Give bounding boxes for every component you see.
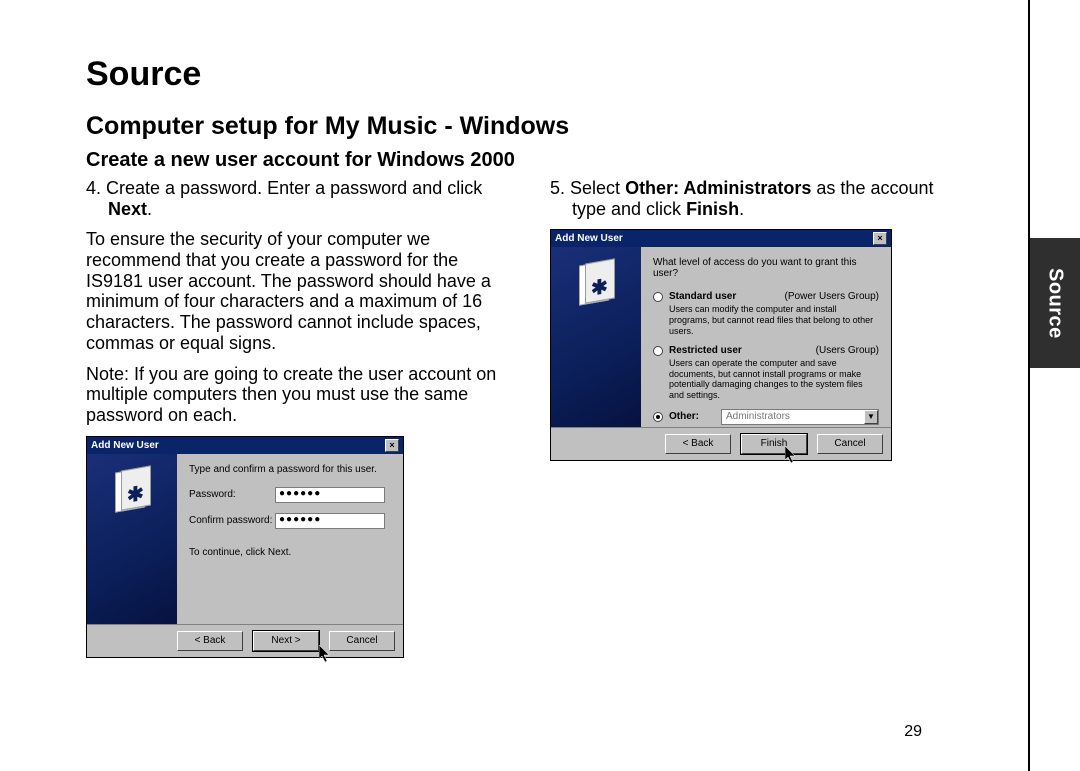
dropdown-value: Administrators	[726, 411, 790, 422]
back-button[interactable]: < Back	[177, 631, 243, 651]
close-icon[interactable]: ×	[385, 439, 399, 452]
dialog-password: Add New User × ✱ Type and confirm a pass…	[86, 436, 404, 658]
other-dropdown[interactable]: Administrators ▼	[721, 409, 879, 425]
cancel-button[interactable]: Cancel	[817, 434, 883, 454]
dialog-password-title: Add New User	[91, 440, 159, 451]
step-4-end: .	[147, 199, 152, 219]
column-right: 5. Select Other: Administrators as the a…	[550, 178, 950, 658]
option-standard-desc: Users can modify the computer and instal…	[669, 304, 879, 336]
page-number: 29	[904, 723, 922, 741]
page-content: Source Computer setup for My Music - Win…	[0, 0, 1000, 771]
option-standard-user[interactable]: Standard user (Power Users Group)	[653, 291, 879, 302]
back-button[interactable]: < Back	[665, 434, 731, 454]
step-4-text-a: Create a password. Enter a password and …	[106, 178, 482, 198]
step-5-bold1: Other: Administrators	[625, 178, 811, 198]
step-4-num: 4.	[86, 178, 101, 198]
dialog-password-titlebar: Add New User ×	[87, 437, 403, 454]
step-5-end: .	[739, 199, 744, 219]
page-divider	[1028, 0, 1030, 771]
chevron-down-icon[interactable]: ▼	[864, 410, 878, 424]
close-icon[interactable]: ×	[873, 232, 887, 245]
option-other[interactable]: Other: Administrators ▼	[653, 409, 879, 425]
option-restricted-label: Restricted user	[669, 345, 769, 356]
page-title: Source	[86, 55, 970, 94]
option-other-label: Other:	[669, 411, 713, 422]
dialog-access-level: Add New User × ✱ What level of access do…	[550, 229, 892, 461]
book-star-icon: ✱	[573, 259, 619, 311]
book-star-icon: ✱	[109, 466, 155, 518]
dialog-access-footer: < Back Finish Cancel	[551, 427, 891, 460]
password-input[interactable]: ●●●●●●	[275, 487, 385, 503]
side-tab-label: Source	[1044, 268, 1067, 339]
continue-note: To continue, click Next.	[189, 547, 391, 558]
step-4-bold: Next	[108, 199, 147, 219]
step-5: 5. Select Other: Administrators as the a…	[550, 178, 950, 219]
dialog-password-footer: < Back Next > Cancel	[87, 624, 403, 657]
step-5-text-a: Select	[570, 178, 625, 198]
radio-icon[interactable]	[653, 346, 663, 356]
finish-button[interactable]: Finish	[741, 434, 807, 454]
confirm-password-input[interactable]: ●●●●●●	[275, 513, 385, 529]
option-restricted-desc: Users can operate the computer and save …	[669, 358, 879, 401]
dialog-access-title: Add New User	[555, 233, 623, 244]
security-paragraph: To ensure the security of your computer …	[86, 229, 516, 353]
step-5-num: 5.	[550, 178, 565, 198]
radio-icon[interactable]	[653, 412, 663, 422]
dialog-password-prompt: Type and confirm a password for this use…	[189, 464, 391, 475]
step-4: 4. Create a password. Enter a password a…	[86, 178, 516, 219]
dialog-access-titlebar: Add New User ×	[551, 230, 891, 247]
radio-icon[interactable]	[653, 292, 663, 302]
option-restricted-user[interactable]: Restricted user (Users Group)	[653, 345, 879, 356]
side-tab-source: Source	[1030, 238, 1080, 368]
option-standard-label: Standard user	[669, 291, 769, 302]
cancel-button[interactable]: Cancel	[329, 631, 395, 651]
dialog-access-prompt: What level of access do you want to gran…	[653, 257, 879, 279]
dialog-sidebar: ✱	[87, 454, 177, 624]
option-standard-group: (Power Users Group)	[769, 291, 879, 302]
step-5-bold2: Finish	[686, 199, 739, 219]
next-button[interactable]: Next >	[253, 631, 319, 651]
page-subtitle: Computer setup for My Music - Windows	[86, 112, 970, 141]
option-restricted-group: (Users Group)	[769, 345, 879, 356]
section-heading: Create a new user account for Windows 20…	[86, 149, 970, 172]
confirm-password-label: Confirm password:	[189, 515, 275, 526]
dialog-sidebar: ✱	[551, 247, 641, 427]
note-paragraph: Note: If you are going to create the use…	[86, 364, 516, 426]
password-label: Password:	[189, 489, 275, 500]
column-left: 4. Create a password. Enter a password a…	[86, 178, 516, 658]
